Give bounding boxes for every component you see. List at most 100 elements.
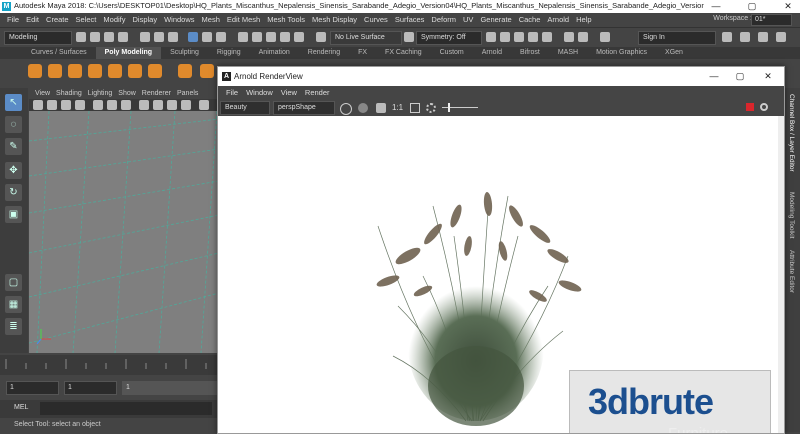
snap-curve-icon[interactable] [252, 32, 262, 42]
shelf-tab-rigging[interactable]: Rigging [208, 47, 250, 59]
menu-edit[interactable]: Edit [26, 15, 39, 24]
shelf-tab-custom[interactable]: Custom [431, 47, 473, 59]
menu-mesh-display[interactable]: Mesh Display [312, 15, 357, 24]
paint-select-icon[interactable]: ✎ [5, 138, 22, 155]
save-icon[interactable] [90, 32, 100, 42]
arnold-close-button[interactable]: ✕ [756, 70, 780, 83]
menu-deform[interactable]: Deform [431, 15, 456, 24]
folder-icon[interactable] [76, 32, 86, 42]
mel-input[interactable] [40, 402, 212, 415]
render-canvas[interactable]: 3dbrute Furniture [218, 116, 778, 433]
shelf-tab-arnold[interactable]: Arnold [473, 47, 511, 59]
snap-grid-icon[interactable] [238, 32, 248, 42]
poly-plane-icon[interactable] [128, 64, 142, 78]
image-plane-icon[interactable] [75, 100, 85, 110]
viewport-menu-lighting[interactable]: Lighting [88, 90, 113, 97]
live-surface-field[interactable]: No Live Surface [330, 31, 402, 45]
rotate-tool-icon[interactable]: ↻ [5, 184, 22, 201]
render-scrollbar[interactable] [778, 116, 784, 433]
isolate-select-icon[interactable] [199, 100, 209, 110]
menu-create[interactable]: Create [46, 15, 69, 24]
snap-point-icon[interactable] [266, 32, 276, 42]
arnold-minimize-button[interactable]: — [702, 70, 726, 83]
grid-toggle-icon[interactable] [93, 100, 103, 110]
maximize-button[interactable]: ▢ [740, 0, 764, 13]
input-line-icon[interactable] [564, 32, 574, 42]
crop-region-icon[interactable] [410, 103, 420, 113]
shelf-tab-curves-surfaces[interactable]: Curves / Surfaces [22, 47, 96, 59]
mode-select[interactable]: Modeling [4, 31, 72, 45]
exposure-slider-handle[interactable] [448, 103, 450, 112]
select-mask-icon[interactable] [188, 32, 198, 42]
panel-layout-icon[interactable] [722, 32, 732, 42]
poly-cylinder-icon[interactable] [68, 64, 82, 78]
poly-sphere-icon[interactable] [28, 64, 42, 78]
smooth-shade-icon[interactable] [153, 100, 163, 110]
super-shape-icon[interactable] [178, 64, 192, 78]
symmetry-icon[interactable] [404, 32, 414, 42]
resolution-gate-icon[interactable] [121, 100, 131, 110]
render-view-icon[interactable] [542, 32, 552, 42]
menu-mesh[interactable]: Mesh [202, 15, 220, 24]
snap-view-icon[interactable] [280, 32, 290, 42]
viewport-menu-renderer[interactable]: Renderer [142, 90, 171, 97]
bookmark-icon[interactable] [61, 100, 71, 110]
aov-select[interactable]: Beauty [220, 101, 270, 115]
menu-select[interactable]: Select [76, 15, 97, 24]
channel-box-toggle-icon[interactable] [740, 32, 750, 42]
ipr-render-icon[interactable] [500, 32, 510, 42]
poly-cube-icon[interactable] [48, 64, 62, 78]
render-frame-icon[interactable] [486, 32, 496, 42]
arnold-maximize-button[interactable]: ▢ [728, 70, 752, 83]
redo-icon[interactable] [118, 32, 128, 42]
range-bar[interactable]: 1 [122, 381, 217, 395]
shelf-tab-xgen[interactable]: XGen [656, 47, 692, 59]
menu-modify[interactable]: Modify [103, 15, 125, 24]
attribute-editor-toggle-icon[interactable] [758, 32, 768, 42]
arnold-menu-render[interactable]: Render [305, 86, 330, 99]
outliner-icon[interactable]: ≣ [5, 318, 22, 335]
select-component-icon[interactable] [168, 32, 178, 42]
arnold-menu-window[interactable]: Window [246, 86, 273, 99]
tab-channel-box[interactable]: Channel Box / Layer Editor [788, 94, 795, 172]
film-gate-icon[interactable] [107, 100, 117, 110]
arnold-menu-view[interactable]: View [281, 86, 297, 99]
vertex-mask-icon[interactable] [202, 32, 212, 42]
arnold-menu-file[interactable]: File [226, 86, 238, 99]
magnet-icon[interactable] [316, 32, 326, 42]
sweep-mesh-icon[interactable] [200, 64, 214, 78]
menu-uv[interactable]: UV [463, 15, 473, 24]
ratio-label[interactable]: 1:1 [392, 103, 403, 112]
select-tool-icon[interactable]: ↖ [5, 94, 22, 111]
mel-label[interactable]: MEL [14, 404, 28, 411]
camera-attributes-icon[interactable] [47, 100, 57, 110]
perspective-viewport[interactable] [29, 111, 217, 353]
viewport-menu-view[interactable]: View [35, 90, 50, 97]
select-object-icon[interactable] [154, 32, 164, 42]
select-hierarchy-icon[interactable] [140, 32, 150, 42]
undo-icon[interactable] [104, 32, 114, 42]
poly-torus-icon[interactable] [108, 64, 122, 78]
wireframe-icon[interactable] [139, 100, 149, 110]
display-icon[interactable] [358, 103, 368, 113]
menu-curves[interactable]: Curves [364, 15, 388, 24]
camera-icon[interactable] [33, 100, 43, 110]
shelf-tab-rendering[interactable]: Rendering [299, 47, 349, 59]
shelf-tab-motion-graphics[interactable]: Motion Graphics [587, 47, 656, 59]
snap-surface-icon[interactable] [294, 32, 304, 42]
shelf-tab-fx-caching[interactable]: FX Caching [376, 47, 431, 59]
menu-surfaces[interactable]: Surfaces [395, 15, 425, 24]
tab-modeling-toolkit[interactable]: Modeling Toolkit [788, 192, 795, 239]
range-current-field[interactable]: 1 [64, 381, 117, 395]
lights-icon[interactable] [181, 100, 191, 110]
poly-cone-icon[interactable] [88, 64, 102, 78]
channels-icon[interactable] [340, 103, 352, 115]
viewport-menu-panels[interactable]: Panels [177, 90, 198, 97]
edge-mask-icon[interactable] [216, 32, 226, 42]
close-button[interactable]: ✕ [776, 0, 800, 13]
textured-icon[interactable] [167, 100, 177, 110]
move-tool-icon[interactable]: ✥ [5, 162, 22, 179]
four-view-icon[interactable]: ▦ [5, 296, 22, 313]
shelf-tab-sculpting[interactable]: Sculpting [161, 47, 208, 59]
time-slider[interactable] [0, 355, 217, 375]
